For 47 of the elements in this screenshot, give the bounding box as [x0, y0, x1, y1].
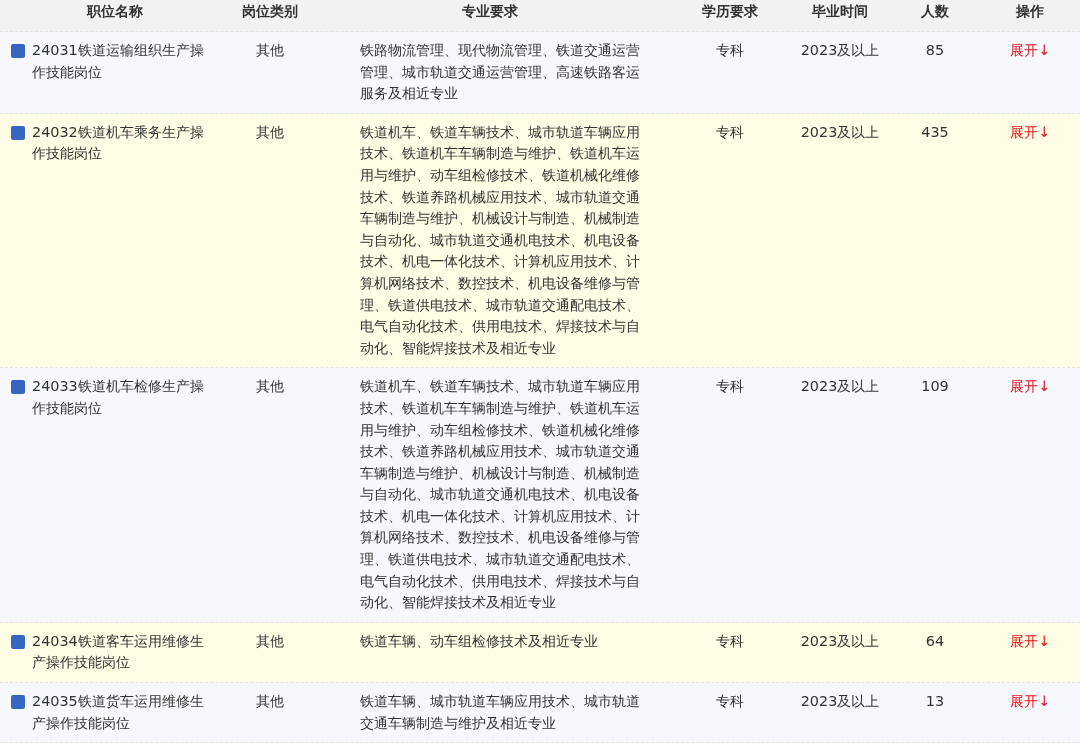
table-cell-text: 2023及以上: [799, 41, 881, 60]
table-cell-text: 2023及以上: [799, 692, 881, 712]
job-title: 24033铁道机车检修生产操作技能岗位: [32, 377, 204, 418]
column-header: 毕业时间: [811, 2, 869, 21]
table-cell-text: 专科: [715, 377, 745, 397]
table-cell-text: 其他: [255, 41, 285, 60]
expand-link[interactable]: 展开↓: [1009, 40, 1051, 62]
table-cell-text: 435: [920, 122, 950, 142]
column-header: 学历要求: [701, 2, 759, 21]
job-title: 24034铁道客车运用维修生产操作技能岗位: [32, 631, 204, 673]
table-cell-text: 85: [924, 41, 946, 60]
table-cell-text: 其他: [255, 377, 285, 397]
table-cell-text: 铁道车辆、城市轨道车辆应用技术、城市轨道交通车辆制造与维护及相近专业: [359, 692, 641, 733]
column-header: 人数: [920, 2, 950, 21]
expand-link[interactable]: 展开↓: [1009, 630, 1051, 653]
table-cell-text: 专科: [715, 692, 745, 712]
column-header: 职位名称: [85, 2, 144, 21]
square-icon: [11, 634, 25, 649]
table-cell-text: 铁道机车、铁道车辆技术、城市轨道车辆应用技术、铁道机车车辆制造与维护、铁道机车运用与维护、动车组检修技术、铁道机械化维修技术、铁道养路机械应用技术、城市轨道交通车辆制造与维护、机械设计与制造、机械制造与自动化、城市轨道交通机电技术、机电设备技术、机电一体化技术、计算机应用技术、计算机网络技术、数控技术、机电设备维修与管理、铁道供电技术、城市轨道交通配电技术、电气自动化技术、供用电技术、焊接技术与自动化、智能焊接技术及相近专业: [359, 122, 641, 358]
square-icon: [11, 125, 25, 140]
table-cell-text: 109: [920, 377, 950, 397]
square-icon: [11, 44, 25, 58]
table-cell-text: 其他: [255, 692, 285, 712]
table-cell-text: 铁道机车、铁道车辆技术、城市轨道车辆应用技术、铁道机车车辆制造与维护、铁道机车运用与维护、动车组检修技术、铁道机械化维修技术、铁道养路机械应用技术、城市轨道交通车辆制造与维护、机械设计与制造、机械制造与自动化、城市轨道交通机电技术、机电设备技术、机电一体化技术、计算机应用技术、计算机网络技术、数控技术、机电设备维修与管理、铁道供电技术、城市轨道交通配电技术、电气自动化技术、供用电技术、焊接技术与自动化、智能焊接技术及相近专业: [359, 377, 641, 613]
table-cell-text: 其他: [255, 122, 285, 142]
square-icon: [11, 380, 25, 395]
table-cell-text: 2023及以上: [799, 377, 881, 397]
expand-link[interactable]: 展开↓: [1009, 121, 1051, 144]
table-cell-text: 2023及以上: [799, 122, 881, 142]
table-cell-text: 64: [924, 631, 946, 651]
table-cell-text: 其他: [255, 631, 285, 651]
job-title: 24032铁道机车乘务生产操作技能岗位: [32, 122, 204, 164]
job-title: 24031铁道运输组织生产操作技能岗位: [32, 41, 204, 82]
table-cell-text: 2023及以上: [799, 631, 881, 651]
expand-link[interactable]: 展开↓: [1009, 691, 1051, 714]
expand-link[interactable]: 展开↓: [1009, 376, 1051, 399]
table-cell-text: 专科: [715, 631, 745, 651]
column-header: 岗位类别: [241, 2, 299, 21]
job-title: 24035铁道货车运用维修生产操作技能岗位: [32, 692, 204, 733]
table-cell-text: 铁道车辆、动车组检修技术及相近专业: [359, 631, 599, 651]
table-cell-text: 专科: [715, 122, 745, 142]
column-header: 专业要求: [461, 2, 519, 21]
table-cell-text: 铁路物流管理、现代物流管理、铁道交通运营管理、城市轨道交通运营管理、高速铁路客运服务及相近专业: [359, 41, 641, 104]
square-icon: [11, 695, 25, 710]
table-cell-text: 13: [924, 692, 946, 712]
table-cell-text: 专科: [715, 41, 745, 60]
column-header: 操作: [1015, 2, 1045, 21]
